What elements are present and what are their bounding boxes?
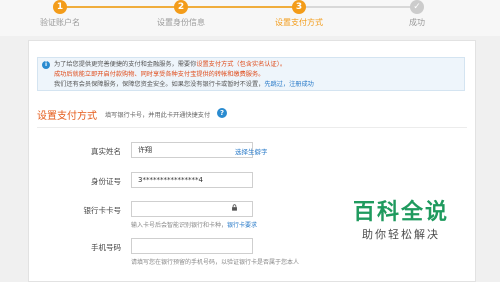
step-2-label: 设置身份信息: [157, 18, 205, 27]
notice-line-1: 为了给您提供更完善便捷的支付和金融服务，需要你设置支付方式（包含实名认证）。: [54, 60, 460, 70]
progress-steps: 1 验证账户名 2 设置身份信息 3 设置支付方式 ✓ 成功: [0, 0, 500, 36]
step-3-circle: 3: [292, 0, 306, 14]
watermark-subtitle: 助你轻松解决: [362, 228, 440, 241]
watermark-logo: 百科全说 助你轻松解决: [336, 198, 466, 258]
progress-track-remaining: [300, 6, 417, 8]
phone-field[interactable]: [131, 238, 253, 254]
name-label: 真实姓名: [91, 147, 121, 156]
step-4-label: 成功: [409, 18, 425, 27]
step-1-circle: 1: [53, 0, 67, 14]
step-2-circle: 2: [174, 0, 188, 14]
section-hint: 填写银行卡号，并用此卡开通快捷支付: [105, 112, 211, 119]
help-icon[interactable]: ?: [217, 108, 227, 118]
section-title: 设置支付方式: [37, 111, 97, 122]
notice-line-2: 成功后就能立即开启付款购物、同时享受各种支付宝提供的转帐和缴费服务。: [54, 71, 265, 78]
info-icon: i: [42, 61, 50, 69]
section-divider: [37, 127, 467, 128]
notice-line-1-highlight: 设置支付方式（包含实名认证）。: [196, 61, 287, 68]
card-number-label: 银行卡卡号: [83, 206, 122, 215]
notice-line-3: 我们还有会员保障服务，保障您资金安全。如果您没有银行卡或暂时不设置，先跳过，注册…: [54, 80, 460, 90]
step-1-label: 验证账户名: [40, 18, 80, 27]
phone-label: 手机号码: [91, 243, 121, 252]
rare-character-link[interactable]: 选择生僻字: [235, 146, 268, 156]
card-requirements-link[interactable]: 银行卡要求: [227, 222, 257, 229]
id-number-field[interactable]: [131, 172, 253, 188]
notice-line-1-text: 为了给您提供更完善便捷的支付和金融服务，需要你: [54, 61, 197, 68]
card-number-tip: 输入卡号后会智能识别银行和卡种，银行卡要求: [131, 220, 257, 229]
step-3-label: 设置支付方式: [275, 18, 323, 27]
id-number-label: 身份证号: [91, 177, 121, 186]
watermark-title: 百科全说: [352, 200, 449, 225]
info-notice: i 为了给您提供更完善便捷的支付和金融服务，需要你设置支付方式（包含实名认证）。…: [37, 57, 465, 91]
lock-icon: [232, 204, 237, 211]
notice-line-3-text: 我们还有会员保障服务，保障您资金安全。如果您没有银行卡或暂时不设置，: [54, 81, 265, 88]
step-4-check-icon: ✓: [410, 0, 424, 14]
card-number-tip-text: 输入卡号后会智能识别银行和卡种，: [131, 222, 228, 229]
skip-link[interactable]: 先跳过，注册成功: [264, 81, 314, 88]
phone-tip: 请填写您在银行预留的手机号码，以验证银行卡是否属于您本人: [131, 259, 300, 266]
